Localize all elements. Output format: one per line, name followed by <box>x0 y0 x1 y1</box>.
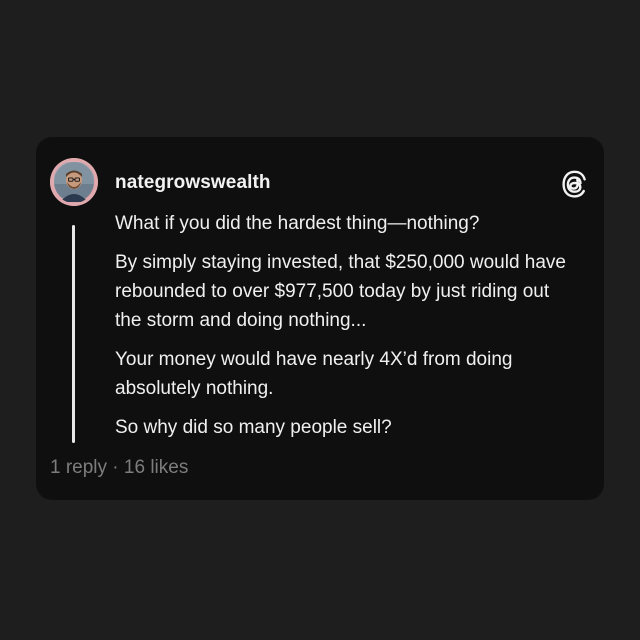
screen: nategrowswealth What if you did the hard… <box>0 0 640 640</box>
likes-count[interactable]: 16 likes <box>124 457 188 478</box>
post-stats: 1 reply · 16 likes <box>50 457 188 479</box>
stats-separator: · <box>107 457 124 478</box>
post-paragraph: So why did so many people sell? <box>115 417 392 438</box>
replies-count[interactable]: 1 reply <box>50 457 107 478</box>
post-body: What if you did the hardest thing—nothin… <box>115 209 575 452</box>
thread-line <box>72 225 75 443</box>
threads-post-card: nategrowswealth What if you did the hard… <box>36 137 604 500</box>
post-paragraph: By simply staying invested, that $250,00… <box>115 252 566 331</box>
avatar[interactable] <box>50 158 98 206</box>
user-avatar-photo-icon <box>50 158 98 206</box>
username[interactable]: nategrowswealth <box>115 172 271 194</box>
threads-logo-icon[interactable] <box>561 170 587 198</box>
post-paragraph: Your money would have nearly 4X’d from d… <box>115 349 513 399</box>
post-paragraph: What if you did the hardest thing—nothin… <box>115 213 480 234</box>
